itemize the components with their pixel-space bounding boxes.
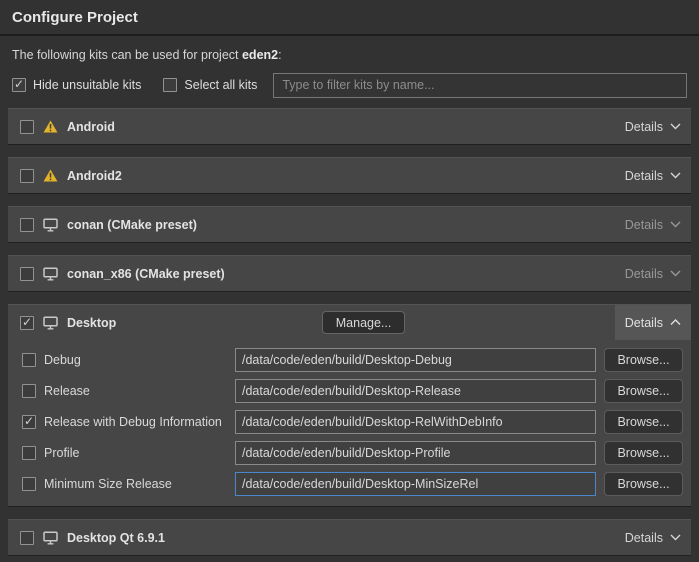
kit-conan-x86-checkbox[interactable]	[20, 267, 34, 281]
build-config-row-profile: Profile Browse...	[22, 441, 683, 465]
build-config-debug-toggle[interactable]: Debug	[22, 353, 227, 367]
kit-android-checkbox[interactable]	[20, 120, 34, 134]
kit-desktop-qt-checkbox[interactable]	[20, 531, 34, 545]
kit-desktop-checkbox[interactable]	[20, 316, 34, 330]
details-label: Details	[625, 267, 663, 281]
desktop-monitor-icon	[43, 218, 58, 232]
details-label: Details	[625, 316, 663, 330]
chevron-down-icon	[670, 270, 681, 277]
kit-desktop-qt-details-button[interactable]: Details	[615, 520, 691, 555]
kit-panel-android2: Android2 Details	[8, 157, 691, 193]
chevron-down-icon	[670, 221, 681, 228]
kit-name: Desktop	[67, 316, 116, 330]
chevron-down-icon	[670, 172, 681, 179]
kit-android2-details-button[interactable]: Details	[615, 158, 691, 193]
kit-header-conan[interactable]: conan (CMake preset) Details	[8, 207, 691, 242]
kit-panel-android: Android Details	[8, 108, 691, 144]
build-dir-input-release[interactable]	[235, 379, 596, 403]
browse-button-minsizerel[interactable]: Browse...	[604, 472, 683, 496]
kit-name: Android	[67, 120, 115, 134]
kit-android-details-button[interactable]: Details	[615, 109, 691, 144]
build-config-debug-checkbox[interactable]	[22, 353, 36, 367]
build-config-label: Profile	[44, 446, 79, 460]
browse-button-release[interactable]: Browse...	[604, 379, 683, 403]
details-label: Details	[625, 218, 663, 232]
description-prefix: The following kits can be used for proje…	[12, 48, 242, 62]
build-dir-input-profile[interactable]	[235, 441, 596, 465]
kit-header-conan-x86[interactable]: conan_x86 (CMake preset) Details	[8, 256, 691, 291]
kit-header-android2[interactable]: Android2 Details	[8, 158, 691, 193]
kit-conan-x86-details-button[interactable]: Details	[615, 256, 691, 291]
build-dir-input-debug[interactable]	[235, 348, 596, 372]
hide-unsuitable-kits-toggle[interactable]: Hide unsuitable kits	[12, 78, 141, 92]
desktop-monitor-icon	[43, 316, 58, 330]
window-title-bar: Configure Project	[0, 0, 699, 36]
kit-panel-conan-x86: conan_x86 (CMake preset) Details	[8, 255, 691, 291]
kit-conan-checkbox[interactable]	[20, 218, 34, 232]
build-config-row-minsizerel: Minimum Size Release Browse...	[22, 472, 683, 496]
kit-list: Android Details Android2 Details	[8, 108, 691, 555]
warning-icon	[43, 169, 58, 182]
build-config-release-checkbox[interactable]	[22, 384, 36, 398]
browse-button-debug[interactable]: Browse...	[604, 348, 683, 372]
kits-description: The following kits can be used for proje…	[12, 48, 687, 62]
chevron-up-icon	[670, 319, 681, 326]
kit-android2-checkbox[interactable]	[20, 169, 34, 183]
project-name: eden2	[242, 48, 278, 62]
browse-button-relwithdebinfo[interactable]: Browse...	[604, 410, 683, 434]
build-config-profile-checkbox[interactable]	[22, 446, 36, 460]
kit-panel-desktop: Desktop Details Manage... Debug Browse..…	[8, 304, 691, 506]
build-config-label: Release	[44, 384, 90, 398]
kit-panel-conan: conan (CMake preset) Details	[8, 206, 691, 242]
kit-name: Android2	[67, 169, 122, 183]
build-config-label: Minimum Size Release	[44, 477, 172, 491]
kit-name: conan (CMake preset)	[67, 218, 197, 232]
details-label: Details	[625, 531, 663, 545]
select-all-kits-toggle[interactable]: Select all kits	[163, 78, 257, 92]
build-config-row-relwithdebinfo: Release with Debug Information Browse...	[22, 410, 683, 434]
chevron-down-icon	[670, 534, 681, 541]
kit-name: conan_x86 (CMake preset)	[67, 267, 225, 281]
kit-conan-details-button[interactable]: Details	[615, 207, 691, 242]
select-all-kits-label: Select all kits	[184, 78, 257, 92]
build-config-minsizerel-toggle[interactable]: Minimum Size Release	[22, 477, 227, 491]
kit-desktop-build-configs: Debug Browse... Release Browse... Releas…	[8, 340, 691, 506]
build-dir-input-relwithdebinfo[interactable]	[235, 410, 596, 434]
desktop-monitor-icon	[43, 531, 58, 545]
kit-filter-controls: Hide unsuitable kits Select all kits	[12, 72, 687, 98]
kit-desktop-details-button[interactable]: Details	[615, 305, 691, 340]
browse-button-profile[interactable]: Browse...	[604, 441, 683, 465]
select-all-kits-checkbox[interactable]	[163, 78, 177, 92]
chevron-down-icon	[670, 123, 681, 130]
build-config-label: Debug	[44, 353, 81, 367]
page-title: Configure Project	[12, 9, 687, 26]
kit-header-android[interactable]: Android Details	[8, 109, 691, 144]
build-config-minsizerel-checkbox[interactable]	[22, 477, 36, 491]
build-config-row-release: Release Browse...	[22, 379, 683, 403]
build-config-relwithdebinfo-checkbox[interactable]	[22, 415, 36, 429]
kit-filter-input[interactable]	[273, 73, 687, 98]
warning-icon	[43, 120, 58, 133]
build-config-release-toggle[interactable]: Release	[22, 384, 227, 398]
description-suffix: :	[278, 48, 281, 62]
kit-panel-desktop-qt: Desktop Qt 6.9.1 Details	[8, 519, 691, 555]
kit-header-desktop-qt[interactable]: Desktop Qt 6.9.1 Details	[8, 520, 691, 555]
details-label: Details	[625, 169, 663, 183]
build-config-relwithdebinfo-toggle[interactable]: Release with Debug Information	[22, 415, 227, 429]
desktop-monitor-icon	[43, 267, 58, 281]
kit-header-desktop[interactable]: Desktop Details Manage...	[8, 305, 691, 340]
build-dir-input-minsizerel[interactable]	[235, 472, 596, 496]
details-label: Details	[625, 120, 663, 134]
kit-name: Desktop Qt 6.9.1	[67, 531, 165, 545]
manage-kits-button[interactable]: Manage...	[322, 311, 406, 334]
build-config-row-debug: Debug Browse...	[22, 348, 683, 372]
build-config-label: Release with Debug Information	[44, 415, 222, 429]
hide-unsuitable-kits-checkbox[interactable]	[12, 78, 26, 92]
hide-unsuitable-kits-label: Hide unsuitable kits	[33, 78, 141, 92]
build-config-profile-toggle[interactable]: Profile	[22, 446, 227, 460]
